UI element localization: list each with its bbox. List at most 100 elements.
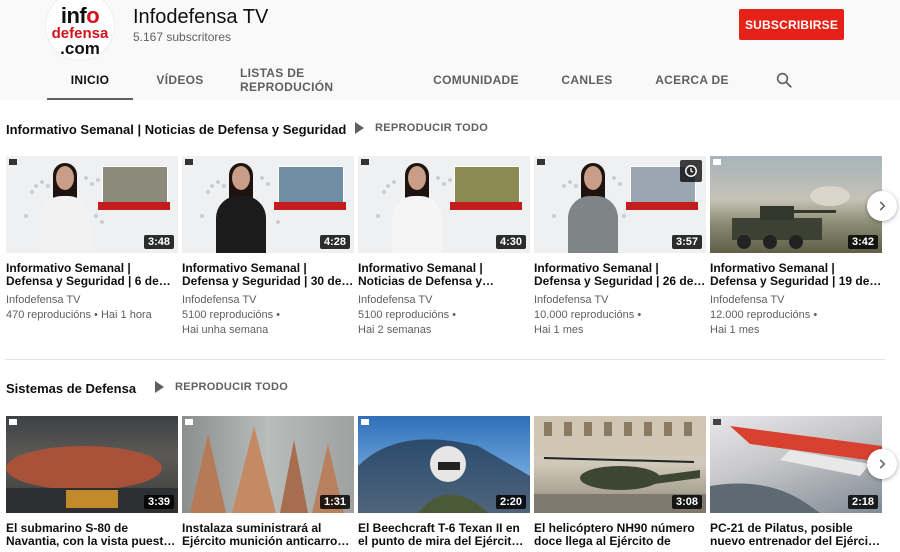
brand-mark — [185, 159, 193, 165]
tab-about[interactable]: ACERCA DE — [650, 60, 734, 100]
video-channel[interactable]: Infodefensa TV — [182, 293, 354, 308]
video-card[interactable]: 2:20 El Beechcraft T-6 Texan II en el pun… — [358, 416, 530, 548]
video-age: Hai 1 mes — [534, 324, 584, 336]
clock-icon — [685, 165, 697, 177]
presenter-face — [408, 166, 426, 190]
video-title[interactable]: PC-21 de Pilatus, posible nuevo entrenado… — [710, 522, 882, 548]
video-thumbnail[interactable]: 3:57 — [534, 156, 706, 253]
video-views: 5100 reproducións • — [358, 309, 457, 321]
news-banner — [626, 202, 698, 210]
shelf-divider — [5, 359, 885, 360]
video-title[interactable]: Informativo Semanal | Noticias de Defensa… — [358, 262, 530, 288]
video-channel[interactable]: Infodefensa TV — [358, 293, 530, 308]
channel-tabs: INICIO VÍDEOS LISTAS DE REPRODUCIÓN COMU… — [0, 60, 900, 100]
video-card[interactable]: 4:30 Informativo Semanal | Noticias de De… — [358, 156, 530, 338]
shelf-next-button[interactable] — [867, 449, 897, 479]
video-views: 470 reproducións • Hai 1 hora — [6, 309, 152, 321]
video-card[interactable]: 2:18 PC-21 de Pilatus, posible nuevo entr… — [710, 416, 882, 548]
play-icon — [355, 122, 364, 134]
chevron-right-icon — [879, 201, 886, 211]
presenter-body — [568, 196, 618, 253]
video-title[interactable]: El submarino S-80 de Navantia, con la vis… — [6, 522, 178, 548]
video-meta: Infodefensa TV 10.000 reproducións • Hai… — [534, 293, 706, 338]
tab-community[interactable]: COMUNIDADE — [428, 60, 524, 100]
video-meta: Infodefensa TV 5100 reproducións • Hai 2… — [358, 293, 530, 338]
video-thumbnail[interactable]: 3:39 — [6, 416, 178, 513]
video-card[interactable]: 4:28 Informativo Semanal | Defensa y Segu… — [182, 156, 354, 338]
channel-avatar[interactable]: info defensa .com — [46, 0, 114, 60]
video-thumbnail[interactable]: 2:18 — [710, 416, 882, 513]
news-banner — [274, 202, 346, 210]
shelf-title-sistemas[interactable]: Sistemas de Defensa — [6, 381, 136, 396]
video-title[interactable]: El helicóptero NH90 número doce llega al … — [534, 522, 706, 548]
search-icon[interactable] — [775, 71, 793, 89]
video-thumbnail[interactable]: 1:31 — [182, 416, 354, 513]
video-card[interactable]: 1:31 Instalaza suministrará al Ejército m… — [182, 416, 354, 548]
play-all-button[interactable]: REPRODUCIR TODO — [155, 381, 288, 393]
video-meta: Infodefensa TV 12.000 reproducións • Hai… — [710, 293, 882, 338]
video-age: Hai 2 semanas — [358, 324, 432, 336]
video-channel[interactable]: Infodefensa TV — [534, 293, 706, 308]
play-all-label: REPRODUCIR TODO — [175, 381, 289, 393]
video-thumbnail[interactable]: 4:28 — [182, 156, 354, 253]
presenter-body — [216, 196, 266, 253]
video-card[interactable]: 3:08 El helicóptero NH90 número doce lleg… — [534, 416, 706, 548]
video-channel[interactable]: Infodefensa TV — [6, 293, 178, 308]
video-duration: 3:08 — [671, 495, 702, 509]
subscribe-button[interactable]: SUBSCRIBIRSE — [739, 9, 844, 40]
tab-channels[interactable]: CANLES — [556, 60, 618, 100]
news-banner — [98, 202, 170, 210]
brand-mark — [537, 159, 545, 165]
video-duration: 3:57 — [671, 235, 702, 249]
video-thumbnail[interactable]: 3:08 — [534, 416, 706, 513]
video-duration: 3:48 — [143, 235, 174, 249]
video-views: 5100 reproducións • — [182, 309, 281, 321]
video-duration: 3:39 — [143, 495, 174, 509]
chevron-right-icon — [879, 459, 886, 469]
shelf-title-informativo[interactable]: Informativo Semanal | Noticias de Defens… — [6, 122, 346, 137]
video-age: Hai 1 mes — [710, 324, 760, 336]
tab-videos[interactable]: VÍDEOS — [149, 60, 211, 100]
video-title[interactable]: Informativo Semanal | Defensa y Seguridad… — [534, 262, 706, 288]
video-duration: 3:42 — [847, 235, 878, 249]
watch-later-button[interactable] — [680, 160, 702, 182]
video-age: Hai unha semana — [182, 324, 269, 336]
video-views: 12.000 reproducións • — [710, 309, 818, 321]
video-title[interactable]: Informativo Semanal | Defensa y Seguridad… — [6, 262, 178, 288]
video-meta: Infodefensa TV 470 reproducións • Hai 1 … — [6, 293, 178, 323]
brand-mark — [361, 159, 369, 165]
video-channel[interactable]: Infodefensa TV — [710, 293, 882, 308]
video-meta: Infodefensa TV 5100 reproducións • Hai u… — [182, 293, 354, 338]
video-card[interactable]: 3:57 Informativo Semanal | Defensa y Segu… — [534, 156, 706, 338]
video-thumbnail[interactable]: 4:30 — [358, 156, 530, 253]
video-thumbnail[interactable]: 2:20 — [358, 416, 530, 513]
video-card[interactable]: 3:42 Informativo Semanal | Defensa y Segu… — [710, 156, 882, 338]
video-title[interactable]: El Beechcraft T-6 Texan II en el punto de… — [358, 522, 530, 548]
play-all-label: REPRODUCIR TODO — [375, 122, 489, 134]
presenter-body — [392, 196, 442, 253]
video-duration: 4:30 — [495, 235, 526, 249]
play-all-button[interactable]: REPRODUCIR TODO — [355, 122, 488, 134]
video-card[interactable]: 3:48 Informativo Semanal | Defensa y Segu… — [6, 156, 178, 323]
video-duration: 1:31 — [319, 495, 350, 509]
channel-home-content: Informativo Semanal | Noticias de Defens… — [0, 100, 900, 552]
video-thumbnail[interactable]: 3:42 — [710, 156, 882, 253]
tab-playlists[interactable]: LISTAS DE REPRODUCIÓN — [240, 60, 400, 100]
presenter-face — [584, 166, 602, 190]
presenter-body — [40, 196, 90, 253]
video-views: 10.000 reproducións • — [534, 309, 642, 321]
channel-header: info defensa .com Infodefensa TV 5.167 s… — [0, 0, 900, 100]
play-icon — [155, 381, 164, 393]
video-title[interactable]: Informativo Semanal | Defensa y Seguridad… — [182, 262, 354, 288]
tab-inicio[interactable]: INICIO — [47, 60, 133, 100]
video-thumbnail[interactable]: 3:48 — [6, 156, 178, 253]
video-title[interactable]: Instalaza suministrará al Ejército munici… — [182, 522, 354, 548]
video-duration: 2:18 — [847, 495, 878, 509]
logo-line-1: info — [60, 2, 100, 28]
video-title[interactable]: Informativo Semanal | Defensa y Seguridad… — [710, 262, 882, 288]
news-banner — [450, 202, 522, 210]
shelf-next-button[interactable] — [867, 191, 897, 221]
subscriber-count: 5.167 subscritores — [133, 30, 232, 44]
brand-mark — [9, 159, 17, 165]
video-card[interactable]: 3:39 El submarino S-80 de Navantia, con l… — [6, 416, 178, 548]
